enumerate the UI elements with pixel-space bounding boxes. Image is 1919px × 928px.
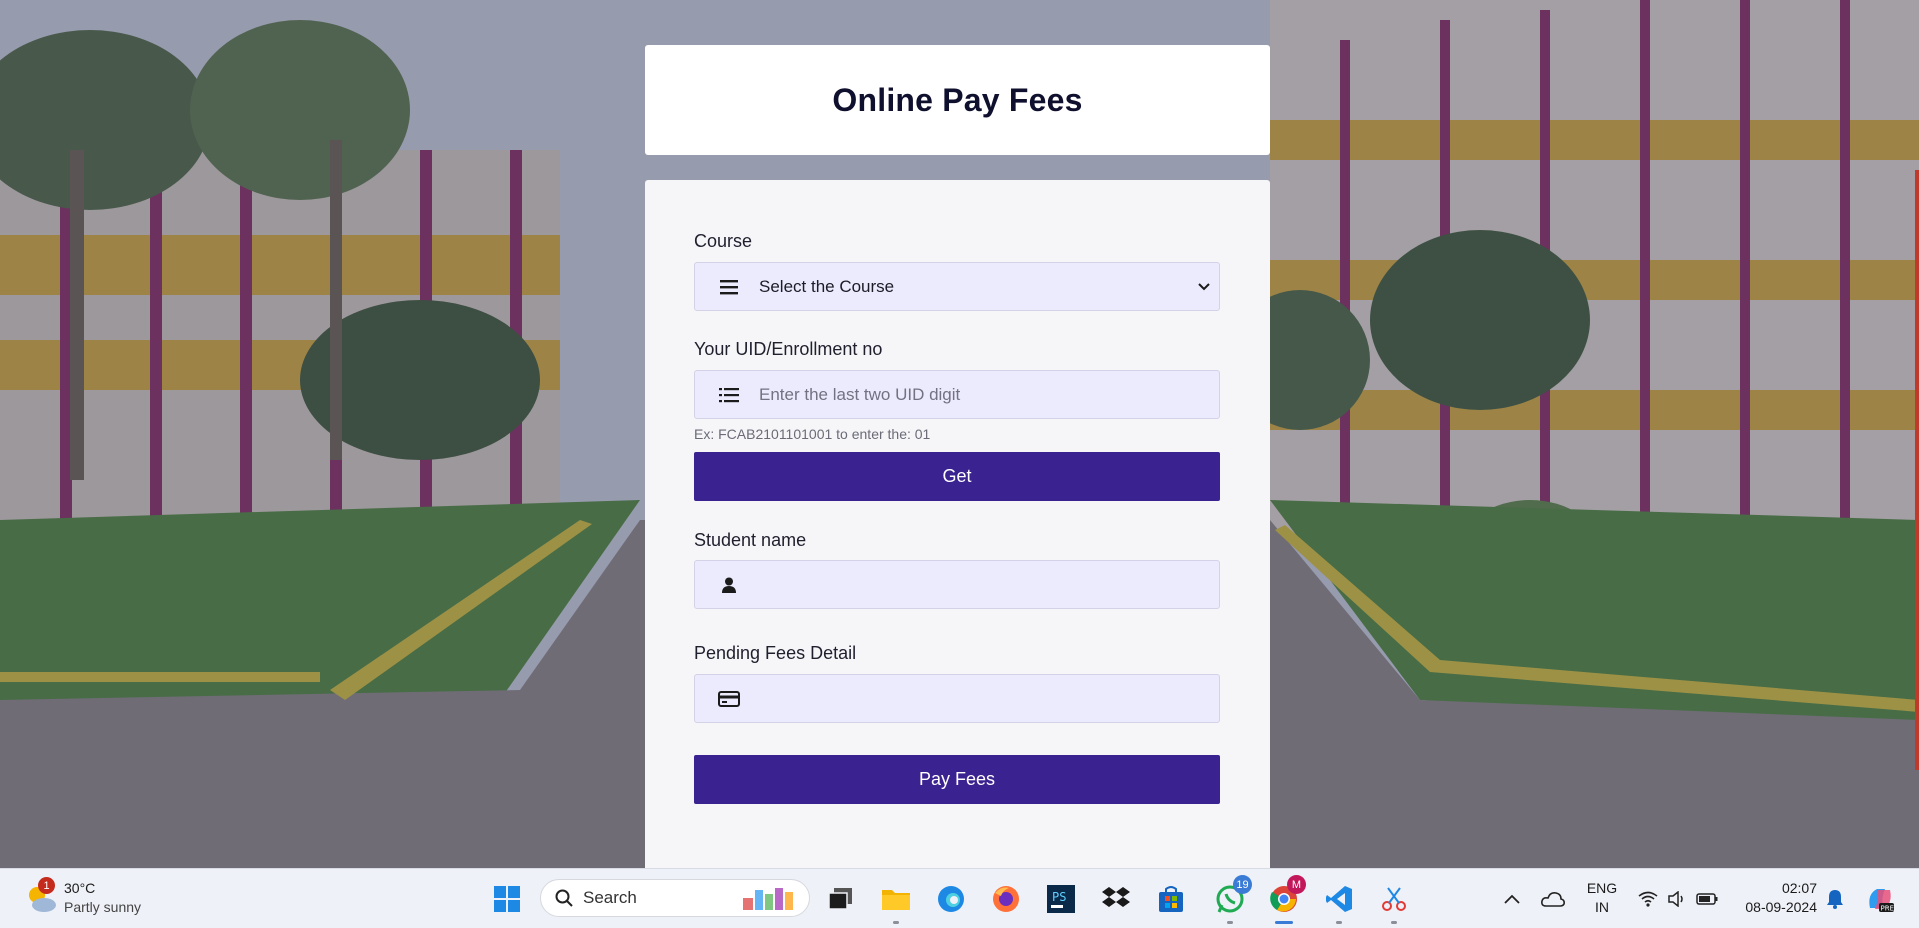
course-select[interactable]: Select the Course <box>694 262 1220 311</box>
svg-text:PRE: PRE <box>1881 905 1895 913</box>
pending-fees-label: Pending Fees Detail <box>694 643 857 663</box>
weather-widget[interactable]: 1 30°C Partly sunny <box>24 877 142 917</box>
pay-fees-button[interactable]: Pay Fees <box>694 755 1220 804</box>
taskbar-search[interactable]: Search <box>540 879 810 917</box>
course-label: Course <box>694 231 753 251</box>
windows-taskbar: 1 30°C Partly sunny Search PS 19 M ENG I… <box>0 868 1919 928</box>
wifi-icon <box>1638 891 1658 907</box>
get-button[interactable]: Get <box>694 452 1220 501</box>
battery-icon <box>1696 893 1718 905</box>
dropbox-icon[interactable] <box>1098 881 1134 917</box>
weather-notification-badge: 1 <box>38 877 55 894</box>
windows-icon[interactable] <box>489 881 525 917</box>
search-icon <box>555 889 573 907</box>
header-card: Online Pay Fees <box>645 45 1270 155</box>
notification-bell-icon[interactable] <box>1817 881 1853 917</box>
svg-text:PS: PS <box>1052 890 1066 904</box>
clock-date: 08-09-2024 <box>1745 899 1817 915</box>
language-indicator[interactable]: ENG IN <box>1582 879 1622 917</box>
list-icon <box>707 371 751 418</box>
chevron-down-icon <box>1189 282 1219 291</box>
search-label: Search <box>583 888 637 907</box>
onedrive-icon[interactable] <box>1535 881 1571 917</box>
user-icon <box>707 561 751 608</box>
language-code: ENG <box>1586 880 1618 896</box>
edge-icon[interactable] <box>933 881 969 917</box>
folder-icon[interactable] <box>878 881 914 924</box>
store-icon[interactable] <box>1153 881 1189 917</box>
weather-temperature: 30°C <box>64 880 96 896</box>
student-name-label: Student name <box>694 530 807 550</box>
volume-icon <box>1668 891 1686 907</box>
task-view-icon[interactable] <box>823 881 859 917</box>
uid-label: Your UID/Enrollment no <box>694 339 883 359</box>
system-tray-status[interactable] <box>1633 881 1723 917</box>
search-highlight-icon <box>739 884 801 912</box>
page-title: Online Pay Fees <box>832 81 1083 118</box>
pending-fees-field[interactable] <box>694 674 1220 723</box>
language-region: IN <box>1595 899 1609 915</box>
course-selected-value: Select the Course <box>759 276 895 296</box>
chevron-up-icon[interactable] <box>1494 881 1530 917</box>
copilot-icon[interactable]: PRE <box>1862 881 1898 917</box>
fees-form: Course Select the Course Your UID/Enroll… <box>645 180 1270 868</box>
partly-sunny-icon: 1 <box>24 877 58 915</box>
vscode-icon[interactable] <box>1321 881 1357 924</box>
student-name-field[interactable] <box>694 560 1220 609</box>
scroll-accent-bar <box>1915 170 1919 770</box>
chrome-profile-badge: M <box>1287 875 1306 894</box>
ide-icon[interactable]: PS <box>1043 881 1079 917</box>
firefox-icon[interactable] <box>988 881 1024 917</box>
weather-description: Partly sunny <box>64 899 142 915</box>
whatsapp-badge: 19 <box>1233 875 1252 894</box>
clock-time: 02:07 <box>1781 880 1817 896</box>
uid-hint: Ex: FCAB2101101001 to enter the: 01 <box>694 426 931 442</box>
uid-input[interactable]: Enter the last two UID digit <box>694 370 1220 419</box>
uid-placeholder: Enter the last two UID digit <box>759 384 961 404</box>
credit-card-icon <box>707 675 751 722</box>
taskbar-clock[interactable]: 02:07 08-09-2024 <box>1733 879 1817 917</box>
chrome-icon[interactable]: M <box>1266 875 1306 924</box>
snipping-icon[interactable] <box>1376 881 1412 924</box>
menu-icon <box>707 263 751 310</box>
whatsapp-icon[interactable]: 19 <box>1212 875 1252 924</box>
